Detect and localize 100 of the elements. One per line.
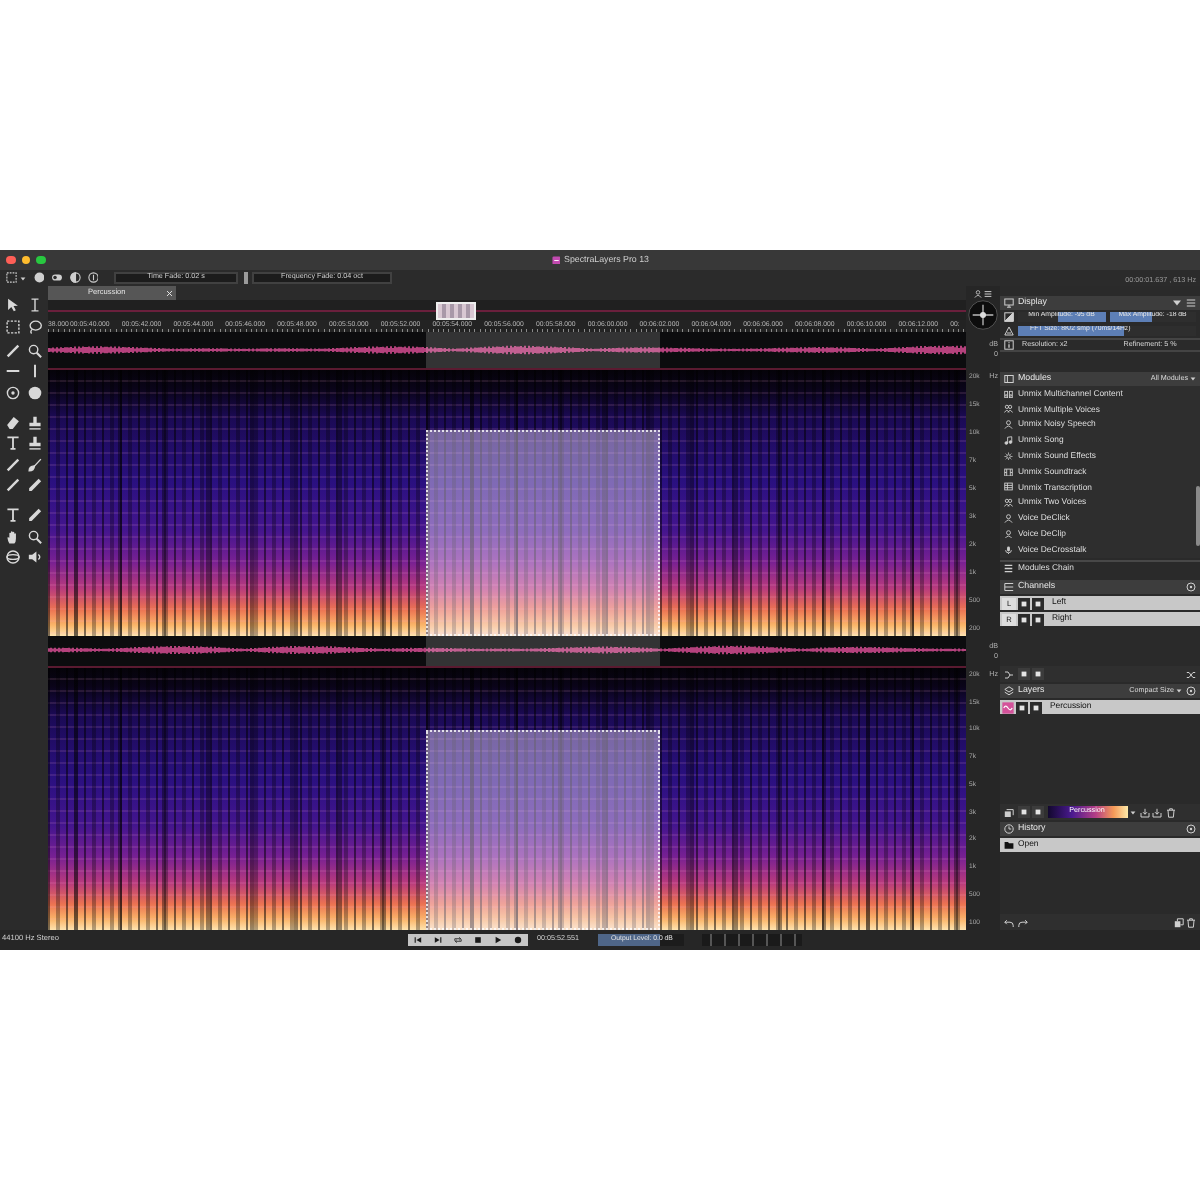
overview-bar[interactable] (48, 300, 966, 320)
t-tool-icon[interactable] (6, 508, 20, 522)
speaker-icon[interactable] (28, 550, 42, 564)
info-icon[interactable] (1004, 340, 1014, 350)
stamp-icon[interactable] (28, 436, 42, 450)
clock-icon (1004, 824, 1014, 834)
brush-icon[interactable] (28, 457, 42, 471)
contrast-icon[interactable] (1004, 311, 1014, 321)
ring-dot-icon[interactable] (1186, 582, 1196, 592)
burst-icon (1004, 451, 1013, 461)
spectrogram[interactable] (48, 370, 966, 636)
layer-stack-icon[interactable] (1004, 807, 1014, 817)
square-button[interactable] (1017, 806, 1029, 818)
maximize-button[interactable] (36, 255, 45, 265)
lasso-icon[interactable] (28, 319, 42, 333)
layer-thumbnail-icon (1002, 701, 1014, 713)
ring-dot-icon[interactable] (6, 385, 20, 399)
record-button[interactable] (508, 933, 527, 947)
time-ruler[interactable] (48, 320, 966, 332)
record-icon (513, 936, 522, 944)
circle-bar-icon[interactable] (87, 272, 98, 284)
undo-icon[interactable] (1004, 917, 1014, 927)
skip-back-icon (413, 936, 422, 944)
person-icon[interactable] (973, 290, 982, 298)
square-button[interactable] (1032, 613, 1044, 625)
ring-dot-icon[interactable] (1186, 686, 1196, 696)
stamp-icon[interactable] (28, 415, 42, 429)
half-circle-icon[interactable] (70, 272, 81, 284)
skip-back-button[interactable] (408, 933, 427, 947)
list-icon (1004, 564, 1013, 574)
people-icon (1004, 404, 1013, 414)
navigation-wheel[interactable] (968, 300, 998, 330)
redo-icon[interactable] (1017, 917, 1027, 927)
rectangle-select-icon[interactable] (6, 272, 17, 284)
close-button[interactable] (6, 255, 15, 265)
box-arrow-icon[interactable] (1139, 807, 1149, 817)
monitor-icon (1004, 298, 1014, 308)
selection-region[interactable] (426, 430, 660, 636)
grid-icon (1004, 482, 1013, 492)
trash-icon[interactable] (1165, 807, 1175, 817)
film-icon (1004, 467, 1013, 477)
square-button[interactable] (1017, 668, 1029, 680)
square-button[interactable] (1018, 613, 1030, 625)
hand-icon[interactable] (6, 529, 20, 543)
select-arrow-icon[interactable] (6, 297, 20, 311)
globe-icon[interactable] (6, 550, 20, 564)
music-note-icon (1004, 436, 1013, 446)
app-icon (551, 255, 561, 265)
shuffle-icon[interactable] (1186, 669, 1196, 679)
caret-icon (1190, 376, 1196, 382)
square-button[interactable] (1032, 668, 1044, 680)
square-button[interactable] (1030, 701, 1042, 713)
close-icon[interactable] (165, 289, 172, 297)
search-icon[interactable] (28, 343, 42, 357)
stop-icon (473, 936, 482, 944)
minimize-button[interactable] (21, 255, 30, 265)
box-arrow-icon[interactable] (1152, 807, 1162, 817)
slider-handle[interactable] (243, 272, 247, 284)
square-button[interactable] (1018, 597, 1030, 609)
disc-icon[interactable] (33, 272, 44, 284)
caret-icon[interactable] (1130, 809, 1136, 815)
spectrogram[interactable] (48, 668, 966, 930)
i-beam-icon[interactable] (28, 297, 42, 311)
selection-region[interactable] (426, 730, 660, 930)
people-icon (1004, 498, 1013, 508)
horizontal-line-icon[interactable] (6, 364, 20, 378)
person-icon (1004, 420, 1013, 430)
square-button[interactable] (1032, 806, 1044, 818)
disc-icon[interactable] (28, 385, 42, 399)
person-icon (1004, 529, 1013, 539)
play-icon (493, 936, 502, 944)
trash-icon[interactable] (1186, 917, 1196, 927)
skip-forward-icon (433, 936, 442, 944)
scrollbar-thumb[interactable] (1196, 486, 1199, 546)
vertical-line-icon[interactable] (28, 364, 42, 378)
triangle-icon[interactable] (1004, 325, 1014, 335)
search-icon[interactable] (28, 529, 42, 543)
layers-icon (1004, 686, 1014, 696)
ring-dot-icon[interactable] (1186, 824, 1196, 834)
panel-icon (1004, 374, 1014, 384)
copy-icon[interactable] (1173, 917, 1183, 927)
selection-region[interactable] (426, 636, 660, 666)
level-meter (702, 934, 803, 946)
square-button[interactable] (1016, 701, 1028, 713)
overview-viewport[interactable] (436, 301, 476, 319)
menu-icon[interactable] (984, 290, 993, 298)
selection-region[interactable] (426, 332, 660, 368)
eraser-icon[interactable] (6, 415, 20, 429)
folder-icon (1004, 840, 1014, 850)
rectangle-select-icon[interactable] (6, 319, 20, 333)
loop-icon (453, 936, 462, 944)
t-tool-icon[interactable] (6, 436, 20, 450)
person-icon (1004, 514, 1013, 524)
dropper-icon[interactable] (28, 478, 42, 492)
pencil-icon[interactable] (6, 343, 20, 357)
caret-icon[interactable] (19, 275, 25, 281)
dropper-icon[interactable] (28, 508, 42, 522)
fork-icon[interactable] (1004, 669, 1014, 679)
square-button[interactable] (1032, 597, 1044, 609)
toggle-icon[interactable] (50, 272, 64, 284)
